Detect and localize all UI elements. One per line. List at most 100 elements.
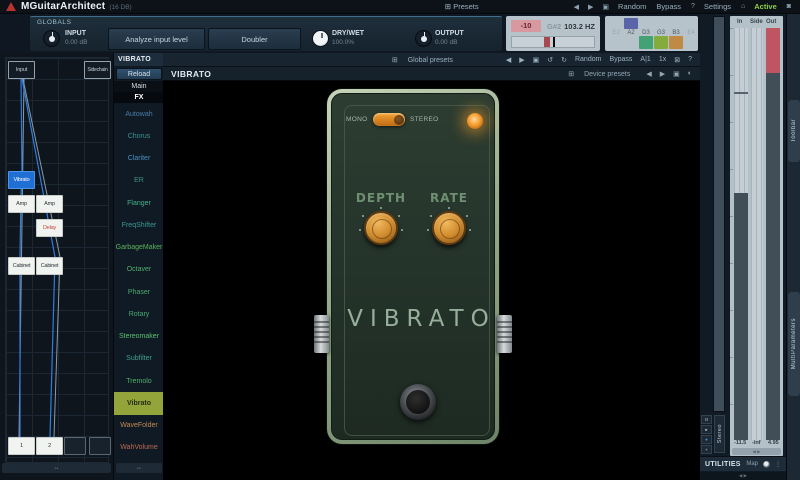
- rack-help-icon[interactable]: ?: [688, 56, 692, 63]
- close-icon[interactable]: ⊠: [674, 56, 680, 64]
- power-icon[interactable]: ◙: [787, 3, 791, 10]
- oversampling-button[interactable]: 1x: [659, 56, 666, 63]
- output-gain-knob[interactable]: [415, 30, 432, 47]
- fx-item-octaver[interactable]: Octaver: [114, 259, 164, 281]
- device-prev-button[interactable]: ◀: [646, 70, 651, 78]
- global-presets-button[interactable]: ⊞ Global presets: [392, 56, 461, 64]
- tab-main[interactable]: Main: [114, 81, 164, 92]
- redo-icon[interactable]: ↻: [561, 56, 567, 64]
- meter-mode-button[interactable]: ●: [701, 435, 712, 444]
- pedal-canvas: MONO STEREO DEPTH RATE: [163, 81, 700, 480]
- tab-toolbar[interactable]: Toolbar: [788, 100, 800, 162]
- fx-item-chorus[interactable]: Chorus: [114, 125, 164, 147]
- device-next-button[interactable]: ▶: [660, 70, 665, 78]
- fx-sidebar: VIBRATO Reload Main FX Autowah Chorus Cl…: [113, 53, 163, 480]
- graph-node-sidechain[interactable]: Sidechain: [84, 61, 111, 79]
- utilities-title: UTILITIES: [705, 461, 746, 468]
- meter-scrollbar[interactable]: ◀ ▶: [732, 448, 781, 455]
- fx-item-phaser[interactable]: Phaser: [114, 281, 164, 303]
- fx-item-tremolo[interactable]: Tremolo: [114, 370, 164, 392]
- arrows-h-icon: ↔: [136, 465, 142, 471]
- fx-item-clariter[interactable]: Clariter: [114, 148, 164, 170]
- help-icon[interactable]: ?: [691, 3, 695, 10]
- save-icon[interactable]: ▣: [602, 3, 609, 11]
- presets-button[interactable]: ⊞ Presets: [445, 2, 479, 11]
- device-presets-button[interactable]: ⊞ Device presets: [568, 70, 638, 78]
- string-label-g3: G3: [654, 30, 668, 36]
- fx-item-er[interactable]: ER: [114, 170, 164, 192]
- fx-item-autowah[interactable]: Autowah: [114, 103, 164, 125]
- fx-item-stereomaker[interactable]: Stereomaker: [114, 326, 164, 348]
- device-save-icon[interactable]: ▣: [673, 70, 680, 78]
- fx-item-wavefolder[interactable]: WaveFolder: [114, 415, 164, 437]
- globals-band: GLOBALS INPUT 0.00 dB Analyze input leve…: [0, 14, 700, 53]
- graph-node-input[interactable]: Input: [8, 61, 35, 79]
- analyze-input-level-button[interactable]: Analyze input level: [108, 28, 205, 50]
- string-activity-b3: [669, 36, 683, 49]
- input-jack: [314, 315, 329, 353]
- tab-fx[interactable]: FX: [114, 92, 164, 103]
- reload-button[interactable]: Reload: [116, 68, 162, 80]
- graph-node-amp-1[interactable]: Amp: [8, 195, 35, 213]
- globals-title: GLOBALS: [37, 19, 72, 26]
- rack-save-icon[interactable]: ▣: [533, 56, 540, 64]
- depth-knob[interactable]: [364, 211, 398, 245]
- rack-random-button[interactable]: Random: [575, 56, 601, 63]
- graph-scrollbar[interactable]: ↔: [2, 463, 111, 473]
- dry-wet-knob[interactable]: [312, 30, 329, 47]
- graph-node-cabinet-1[interactable]: Cabinet: [8, 257, 35, 275]
- ab-slot-button[interactable]: A|1: [640, 56, 650, 63]
- graph-node-amp-2[interactable]: Amp: [36, 195, 63, 213]
- preset-prev-button[interactable]: ◀: [574, 3, 579, 11]
- graph-output-4[interactable]: [89, 437, 111, 455]
- fx-item-wahvolume[interactable]: WahVolume: [114, 437, 164, 459]
- device-edit-icon[interactable]: ◐: [688, 70, 692, 77]
- meter-value-out: 4.95: [768, 440, 779, 446]
- meter-play-button[interactable]: ▸: [701, 425, 712, 434]
- utilities-scrollbar[interactable]: ◀ ▶: [700, 472, 786, 480]
- utilities-knob-icon[interactable]: [763, 461, 770, 468]
- graph-node-cabinet-2[interactable]: Cabinet: [36, 257, 63, 275]
- meter-label-in: In: [737, 19, 742, 25]
- doubler-button[interactable]: Doubler: [208, 28, 301, 50]
- input-gain-knob[interactable]: [43, 30, 60, 47]
- rack-bypass-button[interactable]: Bypass: [609, 56, 632, 63]
- arrows-h-icon: ↔: [54, 465, 60, 471]
- graph-output-2[interactable]: 2: [36, 437, 63, 455]
- fx-list-scrollbar[interactable]: ↔: [116, 463, 162, 473]
- graph-node-vibrato[interactable]: Vibrato: [8, 171, 35, 189]
- dots-menu-icon[interactable]: ⋮: [775, 461, 781, 468]
- undo-icon[interactable]: ↺: [547, 56, 553, 64]
- stereo-tab[interactable]: Stereo: [714, 415, 725, 453]
- settings-button[interactable]: Settings: [704, 2, 731, 11]
- fx-item-vibrato[interactable]: Vibrato: [114, 392, 164, 414]
- meter-pause-button[interactable]: II: [701, 415, 712, 424]
- map-button[interactable]: Map: [746, 461, 758, 467]
- fx-item-subfilter[interactable]: Subfilter: [114, 348, 164, 370]
- fx-item-rotary[interactable]: Rotary: [114, 303, 164, 325]
- random-button[interactable]: Random: [618, 2, 646, 11]
- rate-knob[interactable]: [432, 211, 466, 245]
- power-led: [467, 113, 483, 129]
- pedal-face: MONO STEREO DEPTH RATE: [331, 93, 495, 440]
- mono-stereo-switch[interactable]: [373, 113, 405, 126]
- rack-prev-button[interactable]: ◀: [506, 56, 511, 64]
- fx-item-garbagemaker[interactable]: GarbageMaker: [114, 237, 164, 259]
- graph-output-3[interactable]: [64, 437, 86, 455]
- string-activity-d3: [639, 36, 653, 49]
- home-icon[interactable]: ⌂: [741, 3, 745, 10]
- meter-options-button[interactable]: ●: [701, 445, 712, 454]
- fx-item-flanger[interactable]: Flanger: [114, 192, 164, 214]
- tuner-cents: -10: [511, 20, 541, 32]
- tab-multiparameters[interactable]: MultiParameters: [788, 292, 800, 396]
- graph-output-1[interactable]: 1: [8, 437, 35, 455]
- rack-next-button[interactable]: ▶: [519, 56, 524, 64]
- graph-node-delay[interactable]: Delay: [36, 219, 63, 237]
- preset-next-button[interactable]: ▶: [588, 3, 593, 11]
- bypass-button[interactable]: Bypass: [656, 2, 681, 11]
- title-bar: MGuitarArchitect (16 DB) ⊞ Presets ◀ ▶ ▣…: [0, 0, 800, 14]
- footswitch[interactable]: [400, 384, 436, 420]
- string-activity-g3: [654, 36, 668, 49]
- active-toggle[interactable]: Active: [754, 2, 777, 11]
- fx-item-freqshifter[interactable]: FreqShifter: [114, 214, 164, 236]
